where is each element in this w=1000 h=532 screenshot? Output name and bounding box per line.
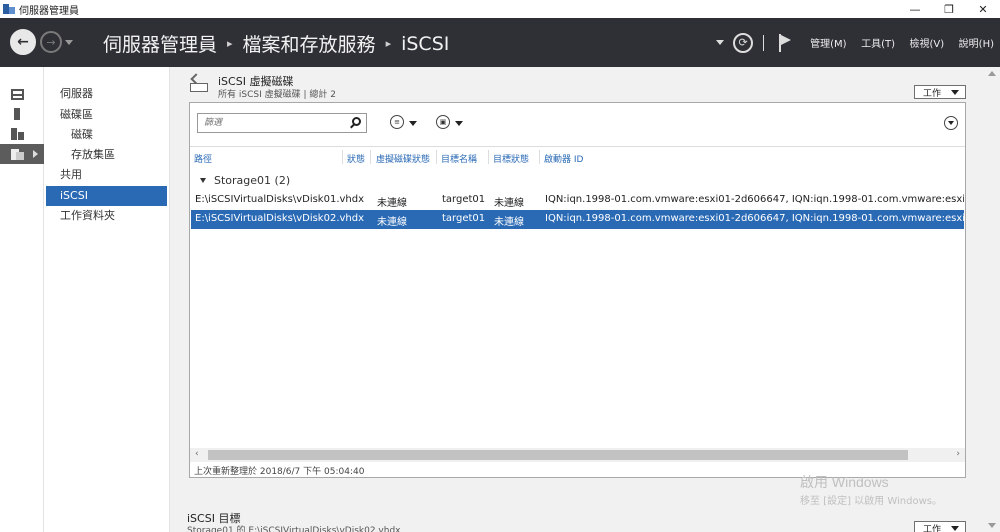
nav-item-storage-pools[interactable]: 存放集區 — [46, 145, 167, 165]
horizontal-scrollbar[interactable]: ‹ › — [190, 448, 965, 462]
refresh-dropdown-icon[interactable] — [716, 40, 725, 45]
iscsi-disk-icon — [188, 73, 210, 94]
notifications-flag-icon[interactable] — [778, 33, 792, 52]
column-headers: 路徑 狀態 虛擬磁碟狀態 目標名稱 目標狀態 啟動器 ID — [190, 148, 965, 166]
chevron-down-icon[interactable] — [409, 121, 417, 126]
save-query-button[interactable]: ▣ — [436, 115, 450, 129]
chevron-down-icon — [951, 90, 959, 95]
cell-initiator-id: IQN:iqn.1998-01.com.vmware:esxi01-2d6066… — [545, 213, 964, 224]
tasks-label: 工作 — [923, 524, 942, 532]
scroll-up-icon[interactable] — [988, 71, 996, 76]
dashboard-icon — [11, 88, 24, 100]
menu-view[interactable]: 檢視(V) — [910, 39, 945, 50]
dashboard-nav[interactable] — [0, 84, 44, 104]
expand-panel-button[interactable] — [944, 116, 958, 130]
nav-item-work-folders[interactable]: 工作資料夾 — [46, 206, 167, 226]
filter-input[interactable] — [197, 113, 367, 133]
file-storage-icon — [11, 148, 24, 160]
icon-strip — [0, 67, 44, 532]
history-dropdown-icon[interactable] — [65, 40, 73, 45]
last-refresh-status: 上次重新整理於 2018/6/7 下午 05:04:40 — [194, 467, 365, 477]
back-button[interactable]: ← — [10, 29, 36, 55]
nav-item-iscsi[interactable]: iSCSI — [46, 186, 167, 206]
save-icon: ▣ — [439, 118, 447, 126]
server-icon — [14, 108, 20, 120]
menu-tools[interactable]: 工具(T) — [861, 39, 895, 50]
window-title: 伺服器管理員 — [19, 5, 79, 17]
local-server-nav[interactable] — [0, 104, 44, 124]
nav-item-shares[interactable]: 共用 — [46, 165, 167, 185]
col-header-vdisk-status[interactable]: 虛擬磁碟狀態 — [376, 152, 430, 165]
iscsi-disks-panel: ≡ ▣ 路徑 狀態 虛擬磁碟狀態 目標名稱 目標狀態 啟動器 ID Storag… — [189, 102, 966, 478]
arrow-left-icon: ← — [17, 34, 29, 50]
cell-target-name: target01 — [442, 194, 486, 205]
breadcrumb-separator-icon: ▸ — [385, 37, 392, 50]
server-manager-icon — [3, 3, 15, 15]
minimize-button[interactable]: — — [898, 0, 932, 18]
scroll-left-icon[interactable]: ‹ — [195, 449, 199, 459]
cell-target-status: 未連線 — [494, 198, 524, 209]
file-storage-nav-panel: 伺服器 磁碟區 磁碟 存放集區 共用 iSCSI 工作資料夾 — [44, 67, 170, 532]
cell-target-status: 未連線 — [494, 217, 524, 228]
collapse-triangle-icon — [200, 178, 206, 183]
list-icon: ≡ — [394, 118, 400, 126]
group-label: Storage01 (2) — [214, 174, 291, 187]
filter-toolbar: ≡ ▣ — [190, 103, 965, 147]
cell-path: E:\iSCSIVirtualDisks\vDisk02.vhdx — [195, 213, 365, 224]
main-content: iSCSI 虛擬磁碟 所有 iSCSI 虛擬磁碟 | 總計 2 工作 ≡ ▣ 路… — [170, 67, 1000, 532]
nav-item-volumes[interactable]: 磁碟區 — [46, 105, 167, 125]
breadcrumb: 伺服器管理員 ▸ 檔案和存放服務 ▸ iSCSI — [103, 30, 449, 57]
chevron-down-icon[interactable] — [455, 121, 463, 126]
refresh-icon[interactable]: ⟳ — [733, 32, 754, 53]
scrollbar-thumb[interactable] — [208, 450, 908, 460]
cell-target-name: target01 — [442, 213, 486, 224]
menu-manage[interactable]: 管理(M) — [810, 39, 846, 50]
cell-vdisk-status: 未連線 — [377, 198, 407, 209]
expand-caret-icon — [33, 150, 38, 158]
menu-help[interactable]: 說明(H) — [959, 39, 994, 50]
nav-item-servers[interactable]: 伺服器 — [46, 84, 167, 104]
close-button[interactable]: ✕ — [966, 0, 1000, 18]
file-storage-nav[interactable] — [0, 144, 44, 164]
list-options-button[interactable]: ≡ — [390, 115, 404, 129]
arrow-right-icon: → — [46, 35, 56, 49]
forward-button[interactable]: → — [40, 31, 62, 53]
col-header-target-status[interactable]: 目標狀態 — [493, 152, 529, 165]
breadcrumb-separator-icon: ▸ — [227, 37, 233, 50]
col-header-status[interactable]: 狀態 — [347, 152, 365, 165]
scroll-down-icon[interactable] — [988, 523, 996, 528]
chevron-down-icon — [951, 526, 959, 531]
all-servers-nav[interactable] — [0, 124, 44, 144]
activation-watermark-title: 啟用 Windows — [800, 474, 889, 490]
window-title-bar: 伺服器管理員 — ❐ ✕ — [0, 0, 1000, 18]
breadcrumb-server-manager[interactable]: 伺服器管理員 — [103, 30, 217, 57]
search-icon[interactable] — [352, 117, 361, 126]
targets-tasks-button[interactable]: 工作 — [914, 521, 966, 532]
tasks-label: 工作 — [923, 88, 942, 99]
activation-watermark-subtitle: 移至 [設定] 以啟用 Windows。 — [800, 496, 942, 507]
breadcrumb-iscsi: iSCSI — [401, 32, 450, 55]
vertical-scrollbar[interactable] — [983, 67, 1000, 532]
table-row[interactable]: E:\iSCSIVirtualDisks\vDisk01.vhdx 未連線 ta… — [191, 191, 964, 210]
targets-section-subtitle: Storage01 的 E:\iSCSIVirtualDisks\vDisk02… — [187, 526, 401, 532]
breadcrumb-file-storage[interactable]: 檔案和存放服務 — [243, 30, 376, 57]
col-header-initiator-id[interactable]: 啟動器 ID — [544, 152, 583, 165]
cell-initiator-id: IQN:iqn.1998-01.com.vmware:esxi01-2d6066… — [545, 194, 964, 205]
nav-item-disks[interactable]: 磁碟 — [46, 125, 167, 145]
table-row-selected[interactable]: E:\iSCSIVirtualDisks\vDisk02.vhdx 未連線 ta… — [191, 210, 964, 229]
scroll-right-icon[interactable]: › — [956, 449, 960, 459]
section-subtitle: 所有 iSCSI 虛擬磁碟 | 總計 2 — [218, 90, 336, 100]
col-header-path[interactable]: 路徑 — [194, 152, 212, 165]
maximize-button[interactable]: ❐ — [932, 0, 966, 18]
group-header[interactable]: Storage01 (2) — [200, 174, 290, 187]
tasks-button[interactable]: 工作 — [914, 85, 966, 99]
cell-vdisk-status: 未連線 — [377, 217, 407, 228]
servers-icon — [11, 128, 24, 140]
cell-path: E:\iSCSIVirtualDisks\vDisk01.vhdx — [195, 194, 365, 205]
header-bar: ← → 伺服器管理員 ▸ 檔案和存放服務 ▸ iSCSI ⟳ 管理(M) 工具(… — [0, 18, 1000, 67]
header-divider — [763, 34, 765, 51]
col-header-target-name[interactable]: 目標名稱 — [441, 152, 477, 165]
